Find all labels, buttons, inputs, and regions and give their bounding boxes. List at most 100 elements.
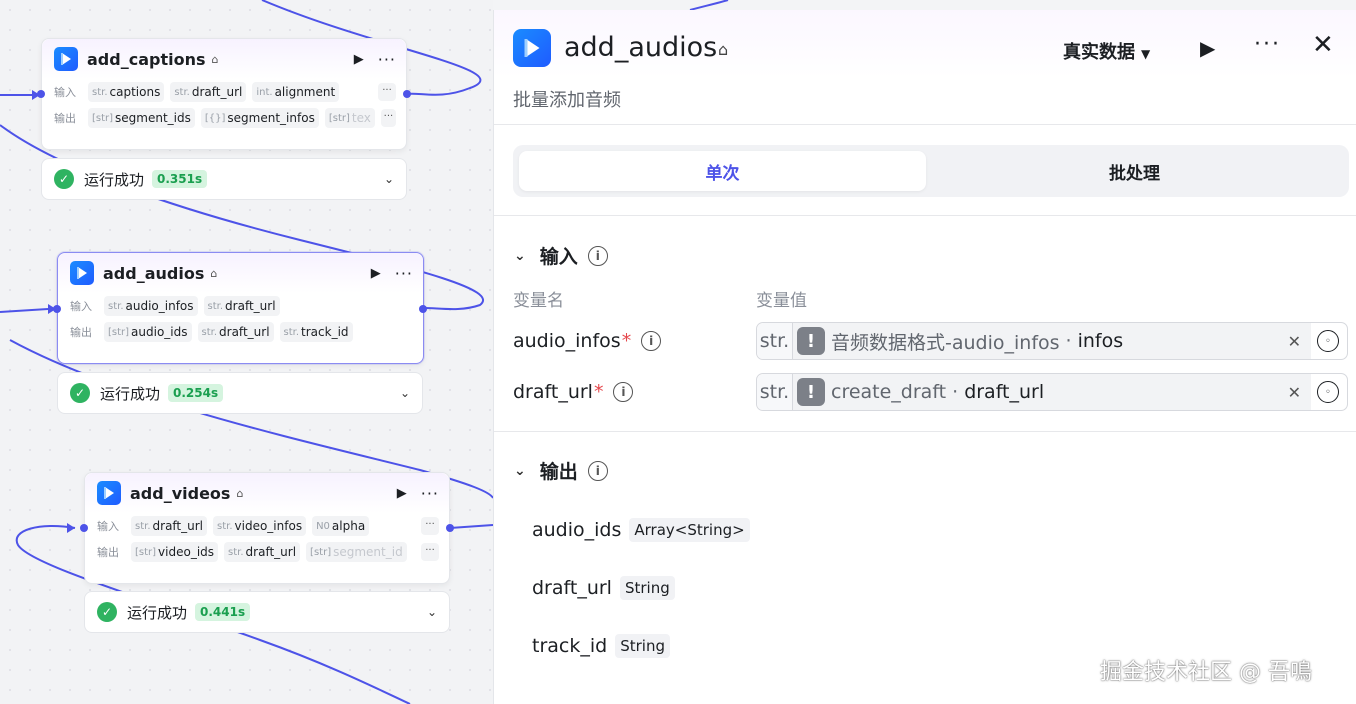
variable-picker-icon[interactable]: ◦ xyxy=(1317,381,1339,403)
plugin-badge-icon: ⌂ xyxy=(211,52,219,66)
output-name: track_id xyxy=(532,635,608,657)
play-icon[interactable]: ▶ xyxy=(354,52,364,67)
node-output-port[interactable] xyxy=(446,524,454,532)
type-selector[interactable]: str. xyxy=(757,323,793,359)
info-icon[interactable]: i xyxy=(641,331,662,351)
output-item: track_id String xyxy=(532,634,670,658)
play-icon[interactable]: ▶ xyxy=(371,266,381,281)
close-icon[interactable]: ✕ xyxy=(1312,32,1334,58)
more-outputs-icon[interactable]: ··· xyxy=(380,109,396,127)
input-chip: int. alignment xyxy=(252,82,340,102)
more-inputs-icon[interactable]: ··· xyxy=(421,517,439,535)
watermark: 掘金技术社区 @ 吾鳴 xyxy=(1100,660,1312,685)
clear-icon[interactable]: ✕ xyxy=(1288,383,1301,402)
ref-source: create_draft xyxy=(831,381,947,403)
chevron-down-icon[interactable]: ⌄ xyxy=(400,386,410,400)
info-icon[interactable]: i xyxy=(587,245,608,266)
output-chip: [str] audio_ids xyxy=(104,322,192,342)
node-add-videos[interactable]: add_videos ⌂ ▶ ··· 输入 str. draft_url str.… xyxy=(84,472,450,584)
node-output-port[interactable] xyxy=(403,90,411,98)
ref-source: 音频数据格式-audio_infos xyxy=(831,331,1060,354)
output-chip: str. draft_url xyxy=(224,542,301,562)
panel-title: add_audios xyxy=(564,32,718,63)
node-outputs: 输出 [str] segment_ids [{}] segment_infos [s… xyxy=(42,105,406,131)
check-circle-icon: ✓ xyxy=(70,383,90,403)
plugin-app-icon xyxy=(70,261,94,285)
inputs-label: 输入 xyxy=(97,520,119,533)
output-section-header[interactable]: ⌄ 输出 i xyxy=(514,457,608,484)
param-value-field[interactable]: str. ! 音频数据格式-audio_infos · infos ✕ ◦ xyxy=(756,322,1348,360)
chevron-down-icon: ⌄ xyxy=(514,247,526,264)
info-icon[interactable]: i xyxy=(587,460,608,481)
run-time-badge: 0.441s xyxy=(195,603,251,621)
output-chip: [{}] segment_infos xyxy=(200,108,319,128)
data-mode-dropdown[interactable]: 真实数据 ▼ xyxy=(1063,38,1150,64)
node-inputs: 输入 str. draft_url str. video_infos N0 alpha… xyxy=(85,513,449,539)
variable-reference[interactable]: ! create_draft · draft_url ✕ xyxy=(793,374,1311,410)
tab-batch[interactable]: 批处理 xyxy=(926,151,1343,191)
warning-icon: ! xyxy=(797,327,825,355)
input-chip: str. draft_url xyxy=(170,82,247,102)
more-outputs-icon[interactable]: ··· xyxy=(421,543,439,561)
panel-header: add_audios ⌂ 批量添加音频 真实数据 ▼ ▶ ··· ✕ xyxy=(494,10,1356,125)
chevron-down-icon: ⌄ xyxy=(514,462,526,479)
input-chip: str. video_infos xyxy=(213,516,307,536)
info-icon[interactable]: i xyxy=(613,382,634,402)
output-chip: str. track_id xyxy=(279,322,353,342)
ref-field: infos xyxy=(1077,330,1124,352)
node-output-port[interactable] xyxy=(419,305,427,313)
variable-reference[interactable]: ! 音频数据格式-audio_infos · infos ✕ xyxy=(793,323,1311,359)
section-divider xyxy=(494,431,1356,432)
node-input-port[interactable] xyxy=(53,305,61,313)
node-input-port[interactable] xyxy=(37,90,45,98)
clear-icon[interactable]: ✕ xyxy=(1288,332,1301,351)
tab-single[interactable]: 单次 xyxy=(519,151,926,191)
run-status[interactable]: ✓ 运行成功 0.254s ⌄ xyxy=(57,372,423,414)
type-selector[interactable]: str. xyxy=(757,374,793,410)
output-type-badge: Array<String> xyxy=(629,518,750,542)
node-input-port[interactable] xyxy=(80,524,88,532)
workflow-canvas[interactable]: add_captions ⌂ ▶ ··· 输入 str. captions str… xyxy=(0,0,493,704)
ref-field: draft_url xyxy=(964,381,1045,403)
param-name: draft_url * i xyxy=(513,381,634,403)
input-chip: str. draft_url xyxy=(131,516,208,536)
run-mode-tabs: 单次 批处理 xyxy=(494,125,1356,216)
input-chip: str. captions xyxy=(88,82,165,102)
node-title: add_audios xyxy=(103,263,205,283)
variable-picker-icon[interactable]: ◦ xyxy=(1317,330,1339,352)
inputs-label: 输入 xyxy=(70,300,92,313)
column-header-name: 变量名 xyxy=(513,291,564,311)
output-name: audio_ids xyxy=(532,519,622,541)
outputs-label: 输出 xyxy=(97,546,119,559)
caret-down-icon: ▼ xyxy=(1141,47,1151,61)
node-add-audios[interactable]: add_audios ⌂ ▶ ··· 输入 str. audio_infos st… xyxy=(57,252,424,364)
ref-separator: · xyxy=(952,381,959,403)
input-section-header[interactable]: ⌄ 输入 i xyxy=(514,242,608,269)
run-status[interactable]: ✓ 运行成功 0.441s ⌄ xyxy=(84,591,450,633)
output-type-badge: String xyxy=(619,576,675,600)
param-value-field[interactable]: str. ! create_draft · draft_url ✕ ◦ xyxy=(756,373,1348,411)
more-icon[interactable]: ··· xyxy=(421,484,439,503)
run-status[interactable]: ✓ 运行成功 0.351s ⌄ xyxy=(41,158,407,200)
node-inputs: 输入 str. audio_infos str. draft_url xyxy=(58,293,423,319)
more-inputs-icon[interactable]: ··· xyxy=(378,83,396,101)
chevron-down-icon[interactable]: ⌄ xyxy=(427,605,437,619)
play-icon[interactable]: ▶ xyxy=(1200,36,1215,60)
panel-description: 批量添加音频 xyxy=(513,90,621,111)
chevron-down-icon[interactable]: ⌄ xyxy=(384,172,394,186)
output-item: audio_ids Array<String> xyxy=(532,518,750,542)
output-chip: [str] tex xyxy=(324,108,375,128)
output-chip: [str] segment_id xyxy=(306,542,407,562)
node-header: add_videos ⌂ ▶ ··· xyxy=(85,473,449,513)
play-icon[interactable]: ▶ xyxy=(397,486,407,501)
more-icon[interactable]: ··· xyxy=(395,264,413,283)
node-title: add_videos xyxy=(130,483,231,503)
node-add-captions[interactable]: add_captions ⌂ ▶ ··· 输入 str. captions str… xyxy=(41,38,407,150)
more-icon[interactable]: ··· xyxy=(1254,32,1281,57)
output-item: draft_url String xyxy=(532,576,675,600)
status-text: 运行成功 xyxy=(84,170,145,189)
plugin-badge-icon: ⌂ xyxy=(236,486,244,500)
outputs-label: 输出 xyxy=(70,326,92,339)
node-outputs: 输出 [str] video_ids str. draft_url [str] seg… xyxy=(85,539,449,565)
more-icon[interactable]: ··· xyxy=(378,50,396,69)
